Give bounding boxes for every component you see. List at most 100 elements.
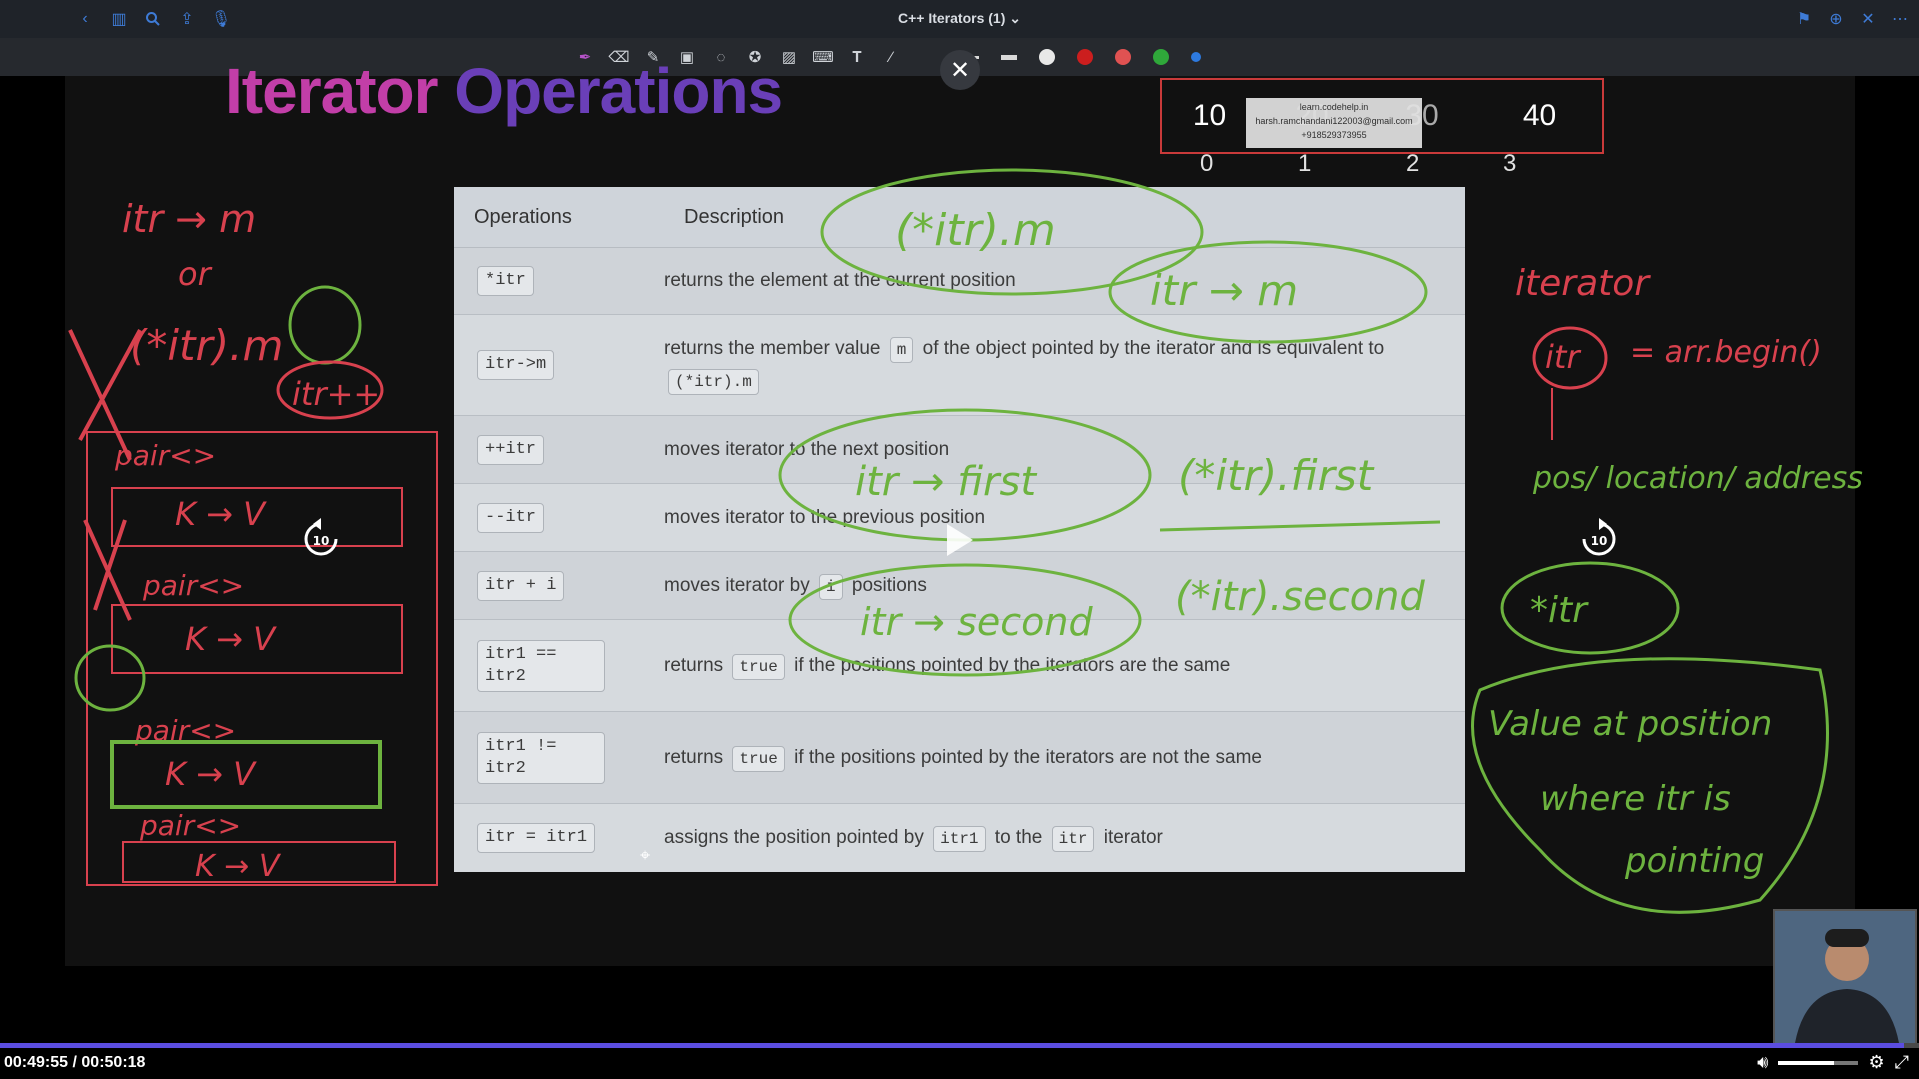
keyboard-icon[interactable]: ⌨ — [810, 44, 836, 70]
volume-icon[interactable]: 🔊︎ — [1757, 1052, 1768, 1073]
chevron-down-icon[interactable]: ⌄ — [1009, 10, 1021, 26]
skip-back-button[interactable]: 10 — [300, 518, 342, 565]
table-header: Operations Description — [454, 187, 1465, 248]
inline-code: true — [732, 745, 785, 772]
inline-code: itr — [1051, 826, 1095, 852]
description-text: moves iterator to the previous position — [664, 506, 986, 528]
color-swatch-green[interactable] — [1153, 49, 1169, 65]
close-toolbar-button[interactable]: ✕ — [940, 50, 980, 90]
playback-progress-bar[interactable] — [0, 1043, 1919, 1048]
operation-description: returns true if the positions pointed by… — [664, 650, 1465, 682]
add-page-icon[interactable]: ⊕ — [1825, 8, 1847, 30]
operation-description: returns true if the positions pointed by… — [664, 742, 1465, 774]
array-index: 0 — [1200, 150, 1214, 177]
document-title[interactable]: C++ Iterators — [898, 10, 984, 26]
slide-title: Iterator Operations — [225, 55, 783, 127]
window-title: C++ Iterators (1) ⌄ — [0, 10, 1919, 27]
inline-code: (*itr).m — [668, 369, 759, 395]
description-text: returns the member value — [664, 338, 886, 359]
description-text: if the positions pointed by the iterator… — [788, 746, 1262, 768]
search-icon[interactable] — [142, 8, 164, 30]
white-color-swatch[interactable] — [1039, 49, 1055, 65]
operation-code: ++itr — [477, 434, 545, 465]
array-index: 1 — [1298, 150, 1312, 177]
back-chevron-icon[interactable]: ‹ — [74, 8, 96, 30]
operation-description: moves iterator to the previous position — [664, 502, 1465, 534]
laser-icon[interactable]: ∕ — [878, 44, 904, 70]
array-cell: 40 — [1522, 99, 1557, 132]
operation-description: assigns the position pointed by itr1 to … — [664, 822, 1465, 854]
color-swatch-red[interactable] — [1077, 49, 1093, 65]
description-text: to the — [989, 827, 1048, 848]
volume-level — [1778, 1060, 1835, 1065]
table-row: itr->m returns the member value m of the… — [454, 315, 1465, 416]
exit-fullscreen-icon[interactable]: ⤢ — [1895, 1052, 1909, 1073]
description-text: if the positions pointed by the iterator… — [788, 654, 1231, 676]
operation-description: returns the element at the current posit… — [664, 265, 1465, 297]
play-icon — [947, 524, 973, 556]
operation-code: itr->m — [477, 350, 555, 380]
window-right-icons: ⚑ ⊕ ✕ ⋯ — [1793, 8, 1911, 30]
description-text: moves iterator to the next position — [664, 438, 950, 460]
forward-10-icon: 10 — [1582, 518, 1616, 556]
settings-gear-icon[interactable]: ⚙ — [1868, 1052, 1884, 1073]
description-text: assigns the position pointed by — [664, 827, 930, 848]
table-row: itr = itr1 assigns the position pointed … — [454, 804, 1465, 872]
more-icon[interactable]: ⋯ — [1889, 8, 1911, 30]
close-icon[interactable]: ✕ — [1857, 8, 1879, 30]
window-title-bar: ‹ ▥ ⇪ 🎙︎ C++ Iterators (1) ⌄ ⚑ ⊕ ✕ ⋯ — [0, 0, 1919, 38]
operation-code: *itr — [477, 266, 534, 296]
text-box-icon[interactable]: 𝐓 — [844, 44, 870, 70]
play-button[interactable] — [943, 522, 975, 563]
skip-forward-seconds: 10 — [1591, 534, 1608, 548]
cursor-crosshair-icon: ⌖ — [640, 845, 651, 865]
watermark-line: harsh.ramchandani122003@gmail.com — [1255, 116, 1413, 126]
inline-code: itr1 — [933, 826, 986, 852]
watermark: learn.codehelp.in harsh.ramchandani12200… — [1246, 98, 1422, 148]
volume-slider[interactable] — [1778, 1060, 1859, 1065]
color-swatch-blue[interactable] — [1191, 52, 1201, 62]
bookmark-icon[interactable]: ⚑ — [1793, 8, 1815, 30]
current-time: 00:49:55 — [4, 1054, 69, 1071]
slide-title-part2: Operations — [454, 55, 783, 127]
microphone-icon[interactable]: 🎙︎ — [210, 8, 232, 30]
inline-code: m — [889, 337, 914, 363]
skip-forward-button[interactable]: 10 — [1578, 518, 1620, 565]
description-text: moves iterator by — [664, 574, 815, 596]
operation-description: moves iterator by i positions — [664, 570, 1465, 602]
inline-code: i — [819, 573, 843, 600]
array-index: 2 — [1406, 150, 1420, 177]
rewind-10-icon: 10 — [304, 518, 338, 556]
operation-code: --itr — [477, 502, 545, 533]
total-time: / 00:50:18 — [72, 1054, 146, 1071]
color-swatch-pink[interactable] — [1115, 49, 1131, 65]
operation-code: itr + i — [477, 570, 565, 601]
thick-line-option[interactable] — [1001, 54, 1017, 60]
skip-back-seconds: 10 — [313, 534, 330, 548]
watermark-line: +918529373955 — [1301, 130, 1367, 140]
description-text: returns the element at the current posit… — [664, 270, 1016, 291]
table-row: ++itr moves iterator to the next positio… — [454, 416, 1465, 484]
time-display: 00:49:55 / 00:50:18 — [4, 1054, 145, 1072]
watermark-line: learn.codehelp.in — [1299, 102, 1369, 112]
description-text: positions — [846, 574, 927, 596]
description-text: returns — [664, 746, 729, 768]
operation-code: itr = itr1 — [477, 823, 596, 853]
player-controls: 🔊︎ ⚙ ⤢ — [1757, 1052, 1909, 1073]
share-icon[interactable]: ⇪ — [176, 8, 198, 30]
table-row: itr1 != itr2 returns true if the positio… — [454, 712, 1465, 804]
document-count: (1) — [988, 10, 1006, 26]
description-text: returns — [664, 654, 729, 676]
sidebar-icon[interactable]: ▥ — [108, 8, 130, 30]
operation-description: returns the member value m of the object… — [664, 333, 1465, 397]
column-header-description: Description — [684, 205, 785, 228]
presenter-webcam — [1773, 909, 1917, 1045]
playback-progress-fill — [0, 1043, 1904, 1048]
inline-code: true — [732, 653, 785, 680]
slide-title-part1: Iterator — [225, 55, 438, 127]
operation-description: moves iterator to the next position — [664, 434, 1465, 466]
table-row: *itr returns the element at the current … — [454, 248, 1465, 315]
column-header-operations: Operations — [474, 205, 572, 228]
operation-code: itr1 != itr2 — [477, 731, 605, 784]
array-index: 3 — [1503, 150, 1517, 177]
